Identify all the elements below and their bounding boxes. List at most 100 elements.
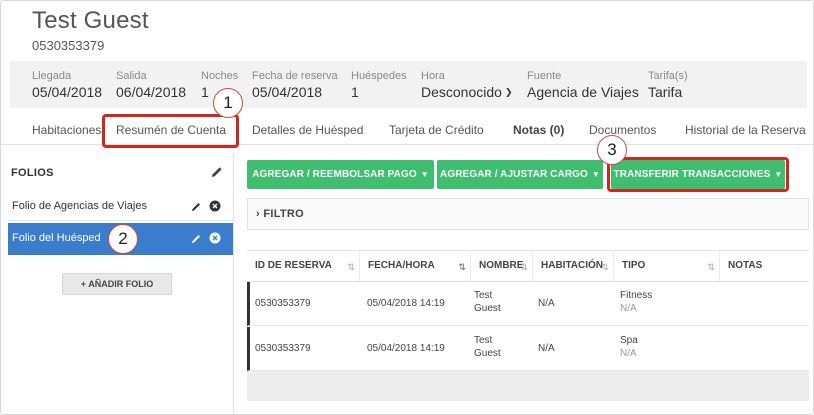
cell-name: Test Guest xyxy=(474,290,501,314)
table-row[interactable]: 0530353379 05/04/2018 14:19 Test Guest N/… xyxy=(247,327,809,371)
tab-notes[interactable]: Notas (0) xyxy=(513,123,564,137)
cell-reservation-id: 0530353379 xyxy=(255,343,311,354)
callout-highlight-tab xyxy=(102,114,239,148)
button-label: AGREGAR / REEMBOLSAR PAGO xyxy=(252,169,417,180)
cell-type-name: Fitness xyxy=(620,290,653,301)
tab-documents[interactable]: Documentos xyxy=(589,123,656,137)
chevron-down-icon: ❯ xyxy=(504,87,513,97)
tab-guest-details[interactable]: Detalles de Huésped xyxy=(252,123,363,137)
cell-room: N/A xyxy=(538,298,555,309)
reservation-info-bar: Llegada 05/04/2018 Salida 06/04/2018 Noc… xyxy=(10,61,807,108)
table-row[interactable]: 0530353379 05/04/2018 14:19 Test Guest N/… xyxy=(247,282,809,326)
info-label: Fuente xyxy=(527,70,562,82)
column-header-name[interactable]: NOMBRE ⇅ xyxy=(471,251,533,281)
add-refund-payment-button[interactable]: AGREGAR / REEMBOLSAR PAGO ▼ xyxy=(247,160,434,189)
info-label: Llegada xyxy=(32,70,72,82)
folio-label: Folio del Huésped xyxy=(12,232,101,244)
divider xyxy=(8,220,233,221)
column-header-label: ID DE RESERVA xyxy=(255,260,332,271)
sort-icon[interactable]: ⇅ xyxy=(707,252,715,282)
info-value: 05/04/2018 xyxy=(32,84,103,100)
info-label: Hora xyxy=(421,70,445,82)
cell-name-first: Test xyxy=(474,335,493,346)
column-header-label: FECHA/HORA xyxy=(368,260,435,271)
callout-badge-3: 3 xyxy=(597,135,627,165)
close-circle-icon[interactable] xyxy=(209,200,221,212)
callout-badge-1: 1 xyxy=(213,88,243,118)
pencil-icon[interactable] xyxy=(191,233,202,244)
callout-badge-2: 2 xyxy=(108,224,138,254)
info-label: Huéspedes xyxy=(351,70,407,82)
add-adjust-charge-button[interactable]: AGREGAR / AJUSTAR CARGO ▼ xyxy=(437,160,603,189)
guest-name: Test Guest xyxy=(32,7,149,34)
filter-label-wrap: › FILTRO xyxy=(256,208,304,220)
cell-type: Fitness N/A xyxy=(620,290,652,314)
info-arrival: Llegada 05/04/2018 xyxy=(32,70,102,100)
button-label: AGREGAR / AJUSTAR CARGO xyxy=(440,169,588,180)
folio-item-travel-agencies[interactable]: Folio de Agencias de Viajes xyxy=(8,191,233,223)
column-header-label: NOTAS xyxy=(728,260,763,271)
cell-type: Spa N/A xyxy=(620,335,638,359)
cell-name-last: Guest xyxy=(474,348,501,359)
tab-credit-card[interactable]: Tarjeta de Crédito xyxy=(389,123,484,137)
column-header-type[interactable]: TIPO ⇅ xyxy=(614,251,720,281)
info-booking-date: Fecha de reserva 05/04/2018 xyxy=(252,70,338,100)
info-value: 1 xyxy=(351,84,359,100)
cell-name-first: Test xyxy=(474,290,493,301)
table-footer xyxy=(247,371,809,401)
tab-history[interactable]: Historial de la Reserva xyxy=(685,123,806,137)
column-header-datetime[interactable]: FECHA/HORA ⇅ xyxy=(360,251,471,281)
folios-sidebar: FOLIOS Folio de Agencias de Viajes Folio… xyxy=(8,153,233,413)
cell-datetime: 05/04/2018 14:19 xyxy=(367,298,445,309)
info-label: Noches xyxy=(201,70,239,82)
info-source: Fuente Agencia de Viajes xyxy=(527,70,639,100)
cell-name-last: Guest xyxy=(474,303,501,314)
app-window: Test Guest 0530353379 Llegada 05/04/2018… xyxy=(0,0,814,415)
cell-type-sub: N/A xyxy=(620,303,637,314)
chevron-down-icon: ▼ xyxy=(420,170,429,179)
info-guests: Huéspedes 1 xyxy=(351,70,407,100)
chevron-down-icon: ▼ xyxy=(591,170,600,179)
folios-title: FOLIOS xyxy=(11,167,54,179)
info-time[interactable]: Hora Desconocido ❯ xyxy=(421,70,512,100)
pencil-icon[interactable] xyxy=(191,201,202,212)
cell-datetime: 05/04/2018 14:19 xyxy=(367,343,445,354)
cell-type-name: Spa xyxy=(620,335,638,346)
sort-icon[interactable]: ⇅ xyxy=(520,252,528,282)
filter-toggle[interactable]: › FILTRO xyxy=(247,198,809,230)
info-departure: Salida 06/04/2018 xyxy=(116,70,186,100)
sort-icon[interactable]: ⇅ xyxy=(601,252,609,282)
cell-type-sub: N/A xyxy=(620,348,637,359)
guest-phone: 0530353379 xyxy=(32,38,105,53)
cell-name: Test Guest xyxy=(474,335,501,359)
column-header-reservation-id[interactable]: ID DE RESERVA ⇅ xyxy=(247,251,360,281)
cell-room: N/A xyxy=(538,343,555,354)
column-header-label: NOMBRE xyxy=(479,260,524,271)
info-rates: Tarifa(s) Tarifa xyxy=(648,70,688,100)
cell-reservation-id: 0530353379 xyxy=(255,298,311,309)
plus-icon: + xyxy=(80,279,87,289)
info-label: Salida xyxy=(116,70,147,82)
info-value: 06/04/2018 xyxy=(116,84,187,100)
sort-icon[interactable]: ⇅ xyxy=(347,252,355,282)
folio-label: Folio de Agencias de Viajes xyxy=(12,200,147,212)
pencil-icon[interactable] xyxy=(210,165,224,179)
column-header-label: HABITACIÓN xyxy=(541,260,604,271)
add-folio-button[interactable]: + AÑADIR FOLIO xyxy=(62,273,172,295)
sort-icon[interactable]: ⇅ xyxy=(458,252,466,282)
column-header-label: TIPO xyxy=(622,260,646,271)
filter-label: FILTRO xyxy=(263,208,305,220)
close-circle-icon[interactable] xyxy=(209,232,221,244)
tab-rooms[interactable]: Habitaciones xyxy=(32,123,101,137)
column-header-notes: NOTAS xyxy=(720,251,809,281)
column-header-room[interactable]: HABITACIÓN ⇅ xyxy=(533,251,614,281)
info-value: 05/04/2018 xyxy=(252,84,323,100)
time-select-value: Desconocido xyxy=(421,84,502,100)
info-value: Tarifa xyxy=(648,84,683,100)
chevron-right-icon: › xyxy=(256,208,260,220)
time-select[interactable]: Desconocido ❯ xyxy=(421,84,512,100)
add-folio-label: AÑADIR FOLIO xyxy=(88,279,154,289)
info-label: Fecha de reserva xyxy=(252,70,338,82)
divider xyxy=(233,153,234,414)
info-label: Tarifa(s) xyxy=(648,70,688,82)
